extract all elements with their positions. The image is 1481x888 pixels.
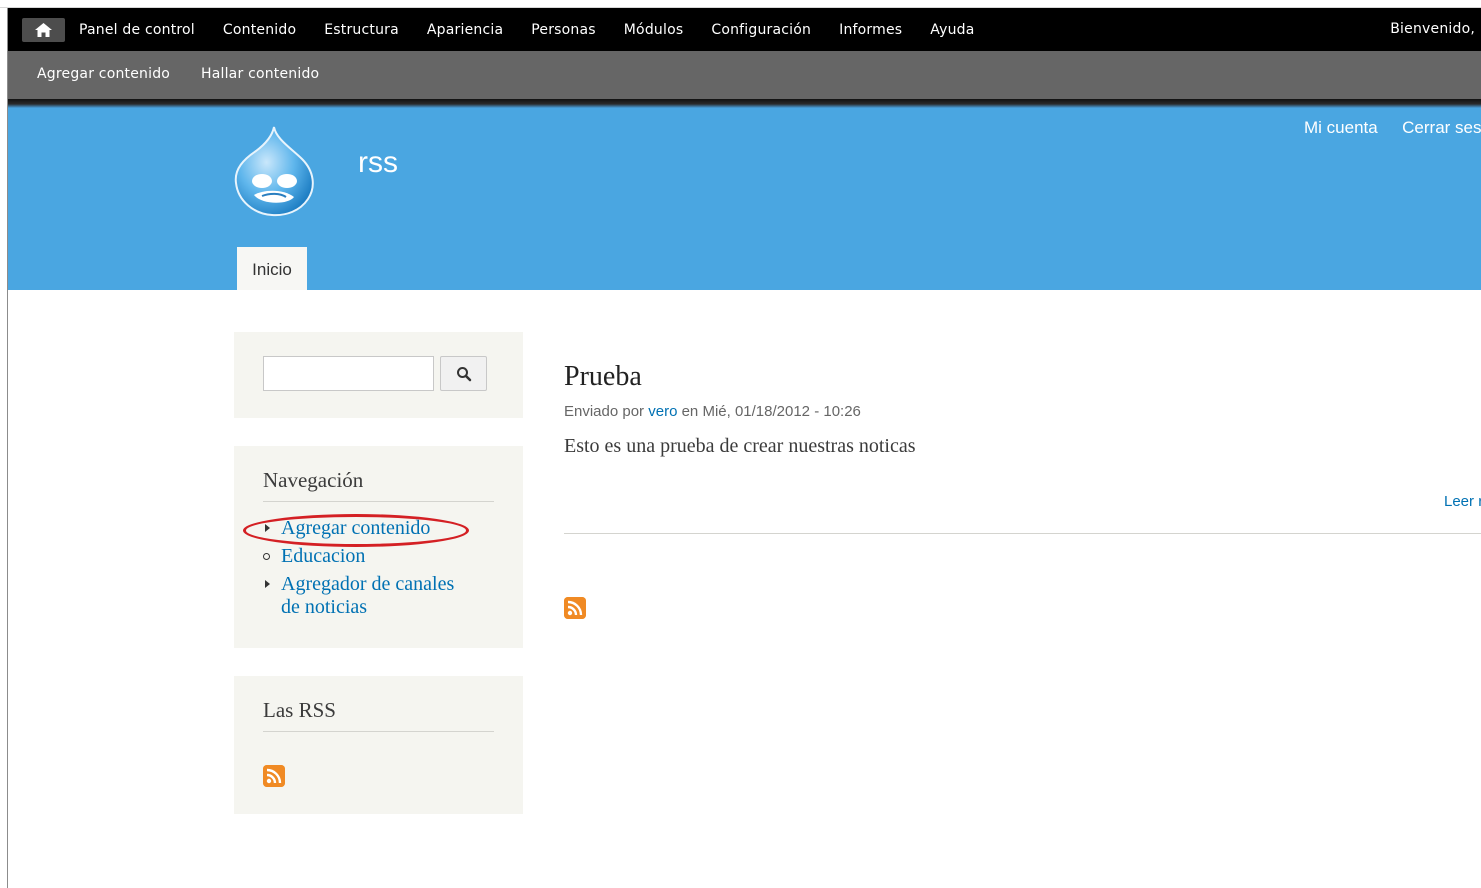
nav-item-label-line2[interactable]: de noticias <box>281 596 367 618</box>
site-header: rss Mi cuenta Cerrar ses Inicio <box>8 108 1481 290</box>
nav-item-educacion[interactable]: Educacion <box>263 545 494 568</box>
nav-item-agregador-de-canales[interactable]: Agregador de canales de noticias <box>263 573 494 619</box>
site-name[interactable]: rss <box>358 146 398 180</box>
welcome-text: Bienvenido, <box>1390 21 1475 37</box>
search-block <box>234 332 523 418</box>
admin-toolbar: Panel de control Contenido Estructura Ap… <box>8 8 1481 51</box>
navigation-block: Navegación Agregar contenido Educacion A… <box>234 446 523 648</box>
window-frame-top <box>0 0 1481 8</box>
home-button[interactable] <box>22 18 65 42</box>
admin-menu-informes[interactable]: Informes <box>839 22 902 38</box>
secondary-menu: Mi cuenta Cerrar ses <box>1304 118 1481 138</box>
admin-menu-estructura[interactable]: Estructura <box>324 22 399 38</box>
read-more-link[interactable]: Leer r <box>1444 493 1481 510</box>
leaf-bullet-icon <box>263 553 270 560</box>
highlight-ellipse-annotation <box>243 514 469 547</box>
author-link[interactable]: vero <box>648 403 677 420</box>
navigation-title: Navegación <box>263 468 494 502</box>
rss-block: Las RSS <box>234 676 523 814</box>
admin-menu: Panel de control Contenido Estructura Ap… <box>79 8 1003 51</box>
home-icon <box>35 23 52 37</box>
admin-menu-panel-de-control[interactable]: Panel de control <box>79 22 195 38</box>
nav-item-label[interactable]: Agregador de canales <box>281 573 454 595</box>
submitted-date: en Mié, 01/18/2012 - 10:26 <box>681 403 861 420</box>
admin-menu-personas[interactable]: Personas <box>531 22 596 38</box>
drupal-drop-logo-icon <box>234 126 314 217</box>
window-frame-left <box>7 8 8 888</box>
rss-feed-icon[interactable] <box>263 765 285 787</box>
tab-inicio[interactable]: Inicio <box>237 247 307 290</box>
node-submitted: Enviado por vero en Mié, 01/18/2012 - 10… <box>564 403 861 420</box>
admin-menu-contenido[interactable]: Contenido <box>223 22 296 38</box>
admin-menu-ayuda[interactable]: Ayuda <box>930 22 974 38</box>
admin-menu-configuracion[interactable]: Configuración <box>711 22 811 38</box>
shortcut-agregar-contenido[interactable]: Agregar contenido <box>37 51 170 97</box>
site-logo[interactable] <box>232 125 316 217</box>
node-title[interactable]: Prueba <box>564 361 642 393</box>
node-body: Esto es una prueba de crear nuestras not… <box>564 435 916 457</box>
admin-menu-modulos[interactable]: Módulos <box>624 22 684 38</box>
link-mi-cuenta[interactable]: Mi cuenta <box>1304 118 1378 137</box>
toolbar-shadow <box>8 99 1481 108</box>
shortcut-hallar-contenido[interactable]: Hallar contenido <box>201 51 319 97</box>
search-input[interactable] <box>263 356 434 391</box>
rss-feed-icon[interactable] <box>564 597 586 619</box>
shortcuts-bar: Agregar contenido Hallar contenido <box>8 51 1481 99</box>
node-divider <box>564 533 1481 534</box>
submitted-prefix: Enviado por <box>564 403 645 420</box>
link-cerrar-sesion[interactable]: Cerrar ses <box>1402 118 1481 137</box>
admin-menu-apariencia[interactable]: Apariencia <box>427 22 503 38</box>
nav-item-label[interactable]: Educacion <box>281 545 365 567</box>
search-button[interactable] <box>440 356 487 391</box>
search-icon <box>457 367 472 382</box>
rss-block-title: Las RSS <box>263 698 494 732</box>
collapsed-bullet-icon <box>265 580 270 588</box>
